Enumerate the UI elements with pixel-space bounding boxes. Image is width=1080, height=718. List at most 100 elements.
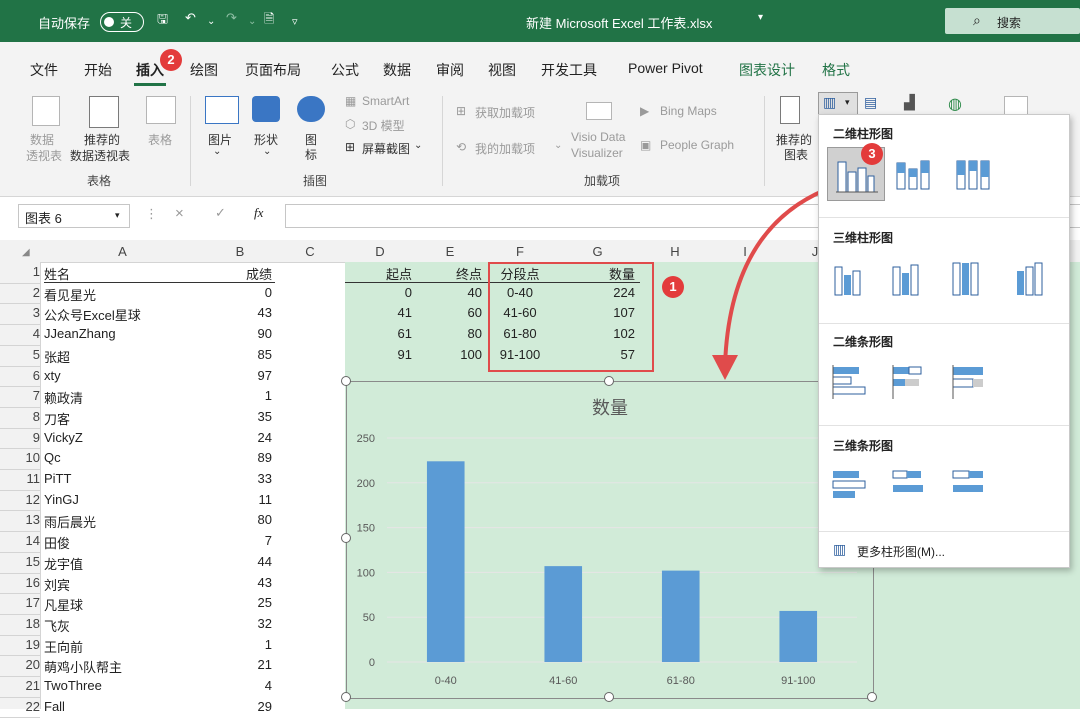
cell-b20[interactable]: 21 xyxy=(205,657,272,672)
tab-file[interactable]: 文件 xyxy=(30,60,58,80)
cell-a20[interactable]: 萌鸡小队帮主 xyxy=(44,657,204,676)
cell-a15[interactable]: 龙宇值 xyxy=(44,554,204,573)
cell-a8[interactable]: 刀客 xyxy=(44,409,204,428)
resize-handle[interactable] xyxy=(867,692,877,702)
column-header[interactable]: A xyxy=(40,244,205,261)
shapes-dropdown-icon[interactable]: ⌄ xyxy=(263,146,271,157)
row-header[interactable]: 14 xyxy=(14,533,43,548)
3d-bar-icons[interactable] xyxy=(827,465,1007,511)
cell-a1[interactable]: 姓名 xyxy=(44,264,204,283)
cell-b10[interactable]: 89 xyxy=(205,450,272,465)
row-header[interactable]: 17 xyxy=(14,595,43,610)
cell-b19[interactable]: 1 xyxy=(205,637,272,652)
row-header[interactable]: 4 xyxy=(14,326,43,341)
tab-data[interactable]: 数据 xyxy=(383,60,411,80)
people-graph-label[interactable]: People Graph xyxy=(660,138,734,152)
title-dropdown-icon[interactable]: ▾ xyxy=(758,12,763,23)
cell-b8[interactable]: 35 xyxy=(205,409,272,424)
row-header[interactable]: 10 xyxy=(14,450,43,465)
row-header[interactable]: 21 xyxy=(14,678,43,693)
bing-maps-label[interactable]: Bing Maps xyxy=(660,104,717,118)
cell-a6[interactable]: xty xyxy=(44,368,204,383)
cell-a14[interactable]: 田俊 xyxy=(44,533,204,552)
cell-a9[interactable]: VickyZ xyxy=(44,430,204,445)
row-header[interactable]: 3 xyxy=(14,305,43,320)
tab-developer[interactable]: 开发工具 xyxy=(541,60,597,80)
cell-b3[interactable]: 43 xyxy=(205,305,272,320)
cell-d4[interactable]: 61 xyxy=(345,326,412,341)
tab-draw[interactable]: 绘图 xyxy=(190,60,218,80)
pivot-table-label-1[interactable]: 数据 xyxy=(30,131,54,148)
get-addins-label[interactable]: 获取加载项 xyxy=(475,104,535,121)
cell-a18[interactable]: 飞灰 xyxy=(44,616,204,635)
cell-b15[interactable]: 44 xyxy=(205,554,272,569)
cell-a11[interactable]: PiTT xyxy=(44,471,204,486)
column-header[interactable]: B xyxy=(205,244,275,261)
maps-chart-icon[interactable]: ◍ xyxy=(948,94,962,114)
cell-d3[interactable]: 41 xyxy=(345,305,412,320)
cell-b12[interactable]: 11 xyxy=(205,492,273,507)
cell-b5[interactable]: 85 xyxy=(205,347,272,362)
cell-d2[interactable]: 0 xyxy=(345,285,412,300)
select-all-icon[interactable]: ◢ xyxy=(22,247,30,258)
row-header[interactable]: 8 xyxy=(14,409,43,424)
resize-handle[interactable] xyxy=(341,692,351,702)
undo-dropdown-icon[interactable]: ⌄ xyxy=(207,16,215,27)
print-preview-icon[interactable]: 🗎 xyxy=(264,10,274,32)
row-header[interactable]: 13 xyxy=(14,512,43,527)
percent-stacked-column-icon[interactable] xyxy=(953,155,997,195)
row-header[interactable]: 18 xyxy=(14,616,43,631)
cell-a10[interactable]: Qc xyxy=(44,450,204,465)
cell-b18[interactable]: 32 xyxy=(205,616,272,631)
cell-b4[interactable]: 90 xyxy=(205,326,272,341)
search-box[interactable]: ⌕ 搜索 xyxy=(945,8,1080,34)
save-icon[interactable]: 🖫 xyxy=(157,10,168,32)
cell-b16[interactable]: 43 xyxy=(205,575,272,590)
cell-e1[interactable]: 终点 xyxy=(415,264,482,283)
pivot-table-label-2[interactable]: 透视表 xyxy=(26,147,62,164)
column-header[interactable]: G xyxy=(555,244,640,261)
cell-b1[interactable]: 成绩 xyxy=(205,264,272,283)
tab-home[interactable]: 开始 xyxy=(84,60,112,80)
cell-b11[interactable]: 33 xyxy=(205,471,272,486)
row-header[interactable]: 15 xyxy=(14,554,43,569)
hierarchy-chart-icon[interactable]: ▤ xyxy=(864,94,877,111)
name-box[interactable]: 图表 6 ▾ xyxy=(18,204,130,228)
row-header[interactable]: 16 xyxy=(14,575,43,590)
screenshot-dropdown-icon[interactable]: ⌄ xyxy=(414,140,422,151)
row-header[interactable]: 1 xyxy=(14,264,43,279)
cell-a2[interactable]: 看见星光 xyxy=(44,285,204,304)
my-addins-dropdown-icon[interactable]: ⌄ xyxy=(554,140,562,151)
cell-b9[interactable]: 24 xyxy=(205,430,272,445)
cell-e5[interactable]: 100 xyxy=(415,347,482,362)
visio-label-1[interactable]: Visio Data xyxy=(571,130,625,144)
tab-chart-design[interactable]: 图表设计 xyxy=(739,60,795,80)
cell-b7[interactable]: 1 xyxy=(205,388,272,403)
insert-function-icon[interactable]: fx xyxy=(254,205,263,221)
2d-bar-icons[interactable] xyxy=(827,361,1007,407)
row-header[interactable]: 5 xyxy=(14,347,43,362)
row-header[interactable]: 9 xyxy=(14,430,43,445)
row-header[interactable]: 12 xyxy=(14,492,43,507)
cancel-icon[interactable]: × xyxy=(175,205,184,222)
cell-b6[interactable]: 97 xyxy=(205,368,272,383)
resize-handle[interactable] xyxy=(341,376,351,386)
cell-d5[interactable]: 91 xyxy=(345,347,412,362)
icons-label-2[interactable]: 标 xyxy=(305,146,317,163)
model3d-label[interactable]: 3D 模型 xyxy=(362,117,405,134)
row-header[interactable]: 7 xyxy=(14,388,43,403)
cell-e3[interactable]: 60 xyxy=(415,305,482,320)
tab-page-layout[interactable]: 页面布局 xyxy=(245,60,301,80)
pictures-dropdown-icon[interactable]: ⌄ xyxy=(213,146,221,157)
recommended-pivot-label-1[interactable]: 推荐的 xyxy=(84,131,120,148)
column-header[interactable]: C xyxy=(275,244,345,261)
my-addins-label[interactable]: 我的加载项 xyxy=(475,140,535,157)
cell-b17[interactable]: 25 xyxy=(205,595,272,610)
screenshot-label[interactable]: 屏幕截图 xyxy=(362,140,410,157)
waterfall-chart-icon[interactable]: ▟ xyxy=(904,94,915,111)
row-header[interactable]: 11 xyxy=(14,471,43,486)
redo-icon[interactable]: ↷ xyxy=(226,10,237,26)
cell-a12[interactable]: YinGJ xyxy=(44,492,204,507)
tab-view[interactable]: 视图 xyxy=(488,60,516,80)
cell-a5[interactable]: 张超 xyxy=(44,347,204,366)
